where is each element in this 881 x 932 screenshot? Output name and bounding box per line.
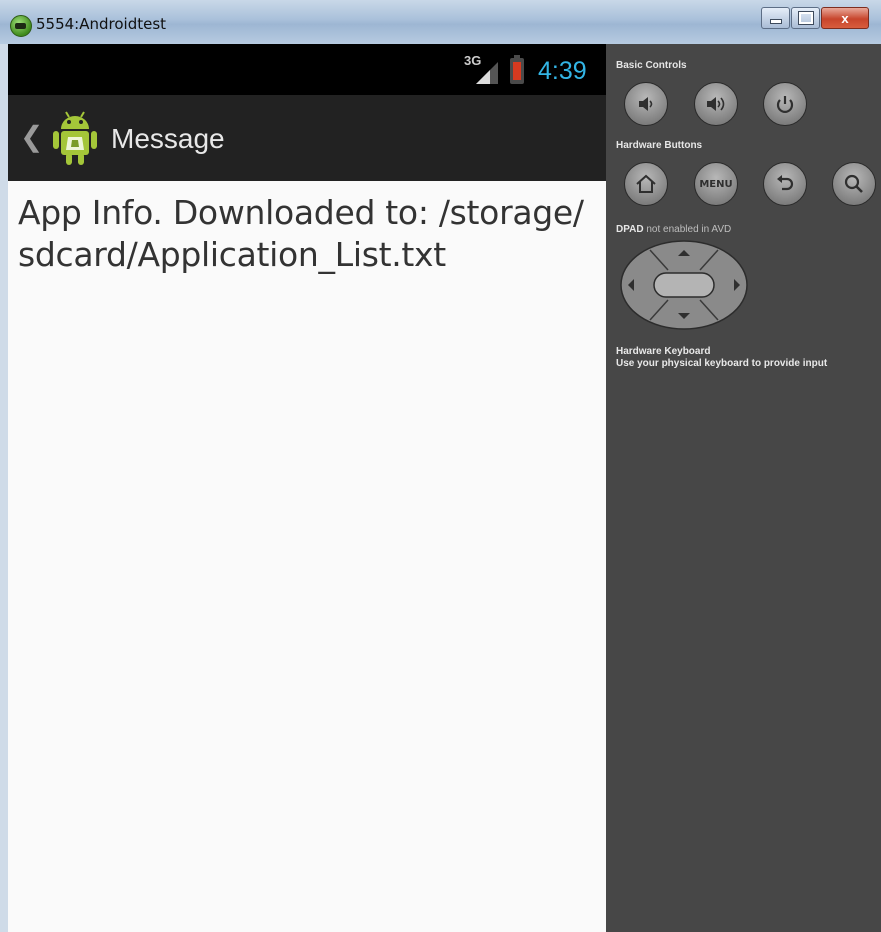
hardware-keyboard-hint: Use your physical keyboard to provide in… [616, 358, 828, 369]
power-button[interactable] [763, 82, 807, 126]
volume-up-icon [707, 97, 725, 111]
home-button[interactable] [624, 162, 668, 206]
android-app-icon[interactable] [50, 109, 100, 167]
search-button[interactable] [832, 162, 876, 206]
dpad-heading: DPAD not enabled in AVD [616, 224, 731, 235]
home-icon [636, 174, 656, 193]
search-icon [844, 174, 863, 193]
hardware-keyboard-info: Hardware Keyboard Use your physical keyb… [616, 346, 827, 370]
action-bar: ❮ Message [8, 95, 606, 181]
maximize-icon [797, 11, 814, 25]
minimize-icon [769, 19, 782, 24]
hardware-keyboard-title: Hardware Keyboard [616, 346, 711, 357]
volume-down-button[interactable] [624, 82, 668, 126]
emulator-controls-panel: Basic Controls Hardware Buttons MENU DPA… [606, 44, 881, 932]
window-title: 5554:Androidtest [36, 15, 167, 33]
signal-icon [476, 62, 498, 84]
window-frame [0, 44, 8, 932]
close-icon: x [841, 10, 849, 26]
menu-button[interactable]: MENU [694, 162, 738, 206]
dpad-control[interactable] [620, 240, 748, 330]
dpad-label: DPAD [616, 224, 644, 235]
window-titlebar[interactable]: 5554:Androidtest x [0, 0, 881, 45]
window-controls: x [760, 7, 869, 29]
hardware-buttons-heading: Hardware Buttons [616, 140, 703, 151]
minimize-button[interactable] [761, 7, 790, 29]
emulator-screen[interactable]: 3G 4:39 ❮ Message App Info. Downloaded t [8, 44, 606, 932]
status-clock: 4:39 [538, 57, 587, 85]
close-button[interactable]: x [821, 7, 869, 29]
android-emulator-icon [10, 15, 32, 37]
action-bar-title: Message [111, 123, 225, 154]
basic-controls-heading: Basic Controls [616, 60, 687, 71]
back-icon [777, 175, 794, 191]
back-button[interactable] [763, 162, 807, 206]
message-text: App Info. Downloaded to: /storage/ sdcar… [18, 193, 584, 274]
dpad-status: not enabled in AVD [643, 224, 732, 235]
back-chevron-icon[interactable]: ❮ [20, 123, 43, 151]
status-bar: 3G 4:39 [8, 44, 606, 95]
volume-down-icon [639, 97, 653, 111]
battery-low-indicator [513, 62, 521, 80]
power-icon [776, 96, 794, 113]
maximize-button[interactable] [791, 7, 820, 29]
battery-icon [510, 55, 524, 84]
menu-icon: MENU [699, 178, 733, 190]
volume-up-button[interactable] [694, 82, 738, 126]
